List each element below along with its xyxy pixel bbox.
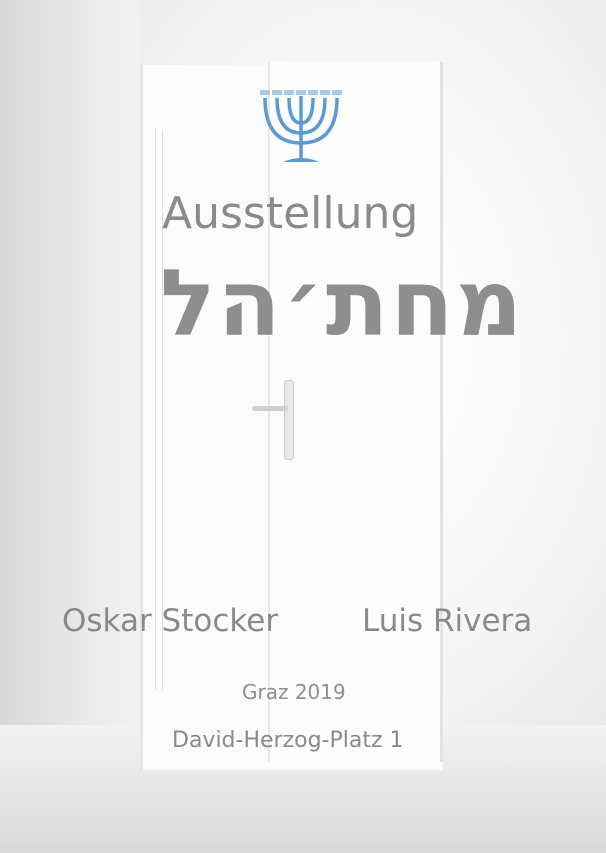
door-handle-plate xyxy=(284,380,294,460)
city-year: Graz 2019 xyxy=(242,680,346,704)
exhibition-title: Ausstellung xyxy=(162,188,419,239)
artist-name: Luis Rivera xyxy=(362,603,533,639)
artist-name: Oskar Stocker xyxy=(62,603,279,639)
door-handle xyxy=(252,406,288,411)
open-door xyxy=(268,62,443,762)
hebrew-title: מחת׳הל xyxy=(160,250,525,357)
menorah-icon xyxy=(260,90,342,162)
address: David-Herzog-Platz 1 xyxy=(172,728,404,753)
